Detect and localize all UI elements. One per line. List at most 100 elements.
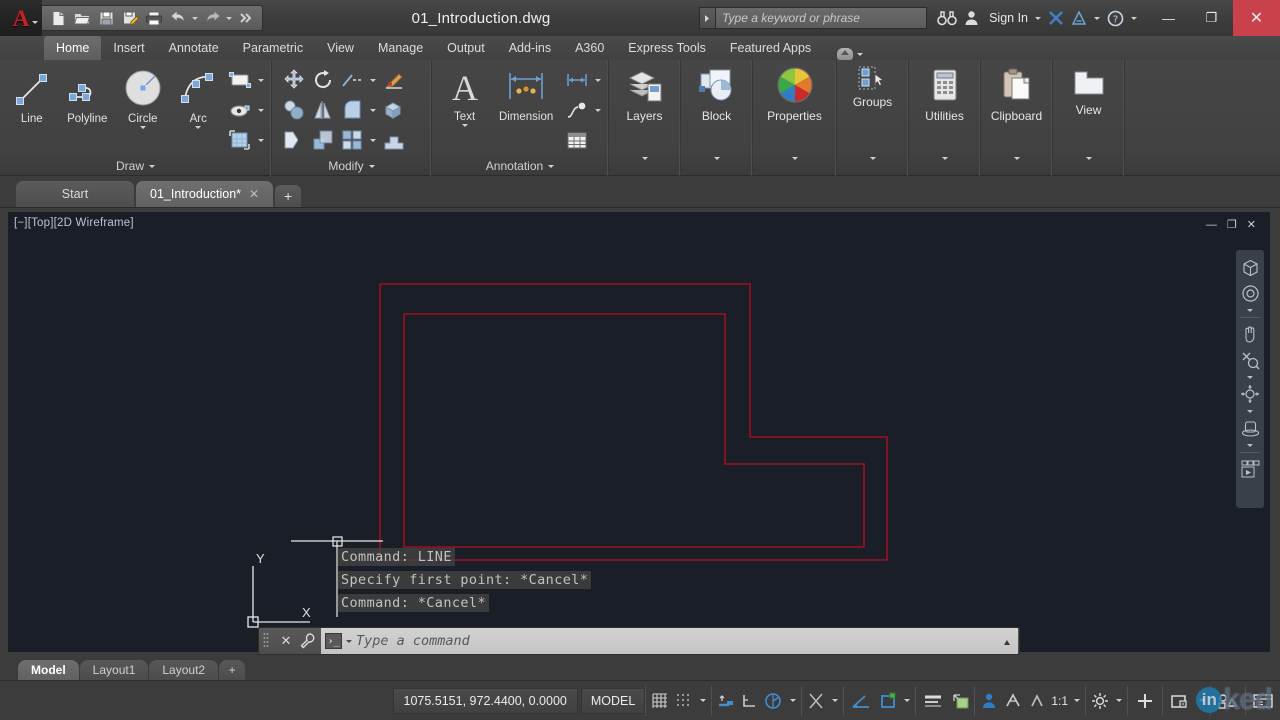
rectangle-dropdown[interactable] [255, 66, 267, 94]
redo-dropdown[interactable] [224, 7, 234, 29]
panel-layers[interactable]: Layers [609, 60, 681, 176]
chevron-down-icon[interactable] [140, 126, 146, 129]
panel-annotation-title[interactable]: Annotation [432, 156, 608, 176]
user-icon[interactable] [962, 6, 981, 30]
infocenter-expand-button[interactable] [699, 7, 715, 29]
tool-text[interactable]: A Text [440, 64, 489, 127]
tool-copy[interactable] [280, 96, 308, 124]
command-input[interactable]: ›_ Type a command [321, 628, 1018, 654]
tool-ellipse[interactable] [226, 96, 254, 124]
panel-utilities[interactable]: Utilities [909, 60, 981, 176]
space-toggle[interactable]: MODEL [581, 688, 645, 714]
orbit-dropdown[interactable] [1247, 407, 1253, 415]
close-icon[interactable]: ✕ [249, 187, 259, 201]
autoscale-icon[interactable] [1025, 688, 1049, 714]
chevron-down-icon[interactable] [1086, 157, 1092, 160]
command-line-close-button[interactable]: ✕ [275, 633, 297, 649]
workspace-icon[interactable] [1088, 688, 1112, 714]
panel-view[interactable]: View [1053, 60, 1125, 176]
chevron-down-icon[interactable] [942, 157, 948, 160]
customization-plus-icon[interactable] [1130, 688, 1160, 714]
tab-parametric[interactable]: Parametric [231, 36, 315, 60]
ellipse-dropdown[interactable] [255, 96, 267, 124]
new-layout-button[interactable]: + [219, 660, 245, 680]
orbit-icon[interactable] [1237, 381, 1263, 407]
tab-featured-apps[interactable]: Featured Apps [718, 36, 823, 60]
chevron-down-icon[interactable] [462, 124, 468, 127]
tool-dimension-style[interactable] [563, 66, 591, 94]
tool-leader[interactable] [563, 96, 591, 124]
undo-dropdown[interactable] [190, 7, 200, 29]
dimension-style-dropdown[interactable] [592, 66, 604, 94]
redo-icon[interactable] [200, 7, 224, 29]
trim-dropdown[interactable] [367, 66, 379, 94]
grid-display-icon[interactable] [648, 688, 672, 714]
tool-fillet[interactable] [338, 96, 366, 124]
tool-table[interactable] [563, 126, 591, 154]
array-dropdown[interactable] [367, 126, 379, 154]
panel-groups[interactable]: Groups [837, 60, 909, 176]
panel-modify-title[interactable]: Modify [272, 156, 431, 176]
tab-output[interactable]: Output [435, 36, 497, 60]
tool-polyline[interactable]: Polyline [60, 64, 116, 125]
osnap-dropdown[interactable] [828, 688, 841, 714]
maximize-button[interactable]: ❐ [1190, 0, 1233, 36]
minimize-button[interactable]: — [1147, 0, 1190, 36]
chevron-down-icon[interactable] [195, 126, 201, 129]
annotation-visibility-icon[interactable] [1001, 688, 1025, 714]
panel-draw-title[interactable]: Draw [0, 156, 271, 176]
layout-tab-model[interactable]: Model [18, 660, 79, 680]
clean-screen-icon[interactable] [1248, 688, 1278, 714]
transparency-icon[interactable] [948, 688, 972, 714]
fillet-dropdown[interactable] [367, 96, 379, 124]
layout-tab-layout1[interactable]: Layout1 [80, 660, 149, 680]
tool-scale[interactable] [309, 126, 337, 154]
tab-annotate[interactable]: Annotate [157, 36, 231, 60]
tool-offset[interactable] [380, 126, 408, 154]
chevron-down-icon[interactable] [792, 157, 798, 160]
zoom-extents-icon[interactable] [1237, 347, 1263, 373]
sign-in-button[interactable]: Sign In [987, 6, 1030, 30]
help-icon[interactable]: ? [1105, 6, 1126, 30]
file-tab-start[interactable]: Start [16, 181, 134, 207]
application-menu-button[interactable]: A [0, 0, 42, 36]
autodesk-app-icon[interactable] [1069, 6, 1089, 30]
close-button[interactable]: ✕ [1233, 0, 1280, 36]
panel-clipboard[interactable]: Clipboard [981, 60, 1053, 176]
dynamic-ucs-icon[interactable] [876, 688, 900, 714]
tool-erase[interactable] [380, 66, 408, 94]
tab-view[interactable]: View [315, 36, 366, 60]
drawing-canvas[interactable]: [−][Top][2D Wireframe] — ❐ ✕ [8, 212, 1270, 652]
tool-arc[interactable]: Arc [171, 64, 227, 129]
lineweight-icon[interactable] [918, 688, 948, 714]
new-icon[interactable] [46, 7, 70, 29]
hatch-dropdown[interactable] [255, 126, 267, 154]
snap-dropdown[interactable] [696, 688, 709, 714]
chevron-down-icon[interactable] [642, 157, 648, 160]
tool-array[interactable] [338, 126, 366, 154]
tool-hatch[interactable] [226, 126, 254, 154]
qat-more-icon[interactable] [234, 7, 258, 29]
tool-move[interactable] [280, 66, 308, 94]
zoom-dropdown[interactable] [1247, 373, 1253, 381]
showmotion-icon[interactable] [1237, 456, 1263, 482]
autodesk-app-dropdown[interactable] [1092, 6, 1102, 30]
help-dropdown[interactable] [1129, 6, 1139, 30]
wrench-icon[interactable] [297, 633, 319, 649]
ucs-dropdown[interactable] [900, 688, 913, 714]
open-icon[interactable] [70, 7, 94, 29]
file-tab-01-introduction[interactable]: 01_Introduction* ✕ [136, 181, 273, 207]
tab-insert[interactable]: Insert [101, 36, 156, 60]
chevron-down-icon[interactable] [870, 157, 876, 160]
undo-icon[interactable] [166, 7, 190, 29]
hardware-accel-icon[interactable] [1213, 688, 1243, 714]
tool-dimension[interactable]: Dimension [489, 64, 563, 123]
pan-icon[interactable] [1237, 321, 1263, 347]
ribbon-cloud-button[interactable] [823, 48, 863, 60]
tool-explode[interactable] [380, 96, 408, 124]
camera-icon[interactable] [1237, 415, 1263, 441]
steering-wheel-dropdown[interactable] [1247, 306, 1253, 314]
leader-dropdown[interactable] [592, 96, 604, 124]
save-icon[interactable] [94, 7, 118, 29]
polar-dropdown[interactable] [786, 688, 799, 714]
